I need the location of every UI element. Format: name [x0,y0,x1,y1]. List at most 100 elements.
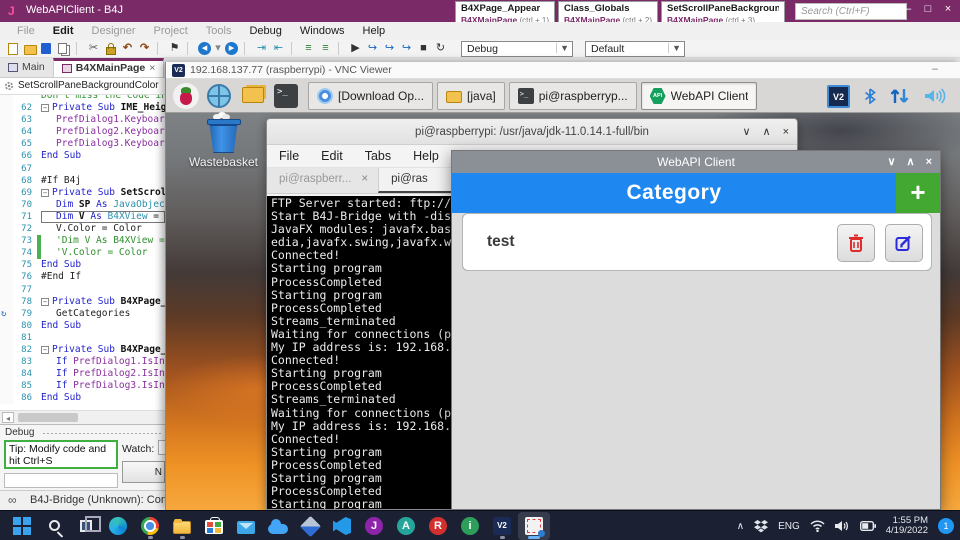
wastebasket-desktop-icon[interactable]: Wastebasket [176,114,271,169]
toolbar-icon[interactable] [187,42,194,55]
category-card[interactable]: test [462,213,932,271]
network-arrows-icon[interactable] [890,88,910,104]
pi-window-button[interactable]: API WebAPI Client [640,82,758,110]
menu-item[interactable]: Edit [44,25,83,37]
pi-window-button[interactable]: [java] [437,82,505,110]
volume-icon[interactable] [924,88,946,104]
tab-b4xmainpage[interactable]: B4XMainPage × [52,58,165,77]
code-line[interactable]: 76 #End If [0,271,165,284]
notification-badge[interactable]: 1 [938,518,954,534]
code-line[interactable]: 79 GetCategories [0,307,165,320]
code-line[interactable]: Don't miss the code in t [0,95,165,103]
terminal-tab-1[interactable]: pi@raspberr... × [267,168,378,193]
pi-menu-icon[interactable] [173,83,199,109]
taskbar-app-icon[interactable] [38,512,70,540]
taskbar-app-icon[interactable]: R [422,512,454,540]
terminal-titlebar[interactable]: pi@raspberrypi: /usr/java/jdk-11.0.14.1-… [267,119,797,145]
toolbar-icon[interactable]: ↻ [432,41,449,56]
menu-item[interactable]: File [8,25,44,37]
close-button[interactable]: × [940,3,956,15]
taskbar-app-icon[interactable] [326,512,358,540]
toolbar-icon[interactable]: ↪ [364,41,381,56]
terminal-menu-item[interactable]: Tabs [365,149,391,163]
code-line[interactable]: 63 PrefDialog1.KeyboardH [0,114,165,127]
speaker-icon[interactable] [834,520,850,532]
tray-chevron-icon[interactable]: ∧ [737,521,744,532]
toolbar-icon[interactable]: ✂ [85,41,102,56]
toolbar-icon[interactable] [291,42,298,55]
add-category-button[interactable]: + [896,173,940,213]
maximize-button[interactable]: □ [920,3,936,15]
edit-category-button[interactable] [885,224,923,262]
toolbar-icon[interactable]: ⇤ [270,41,287,56]
debug-value-field[interactable] [4,473,118,488]
menu-item[interactable]: Tools [197,25,241,37]
taskbar-app-icon[interactable] [70,512,102,540]
code-line[interactable]: 66 End Sub [0,150,165,163]
browser-icon[interactable] [207,84,231,108]
taskbar-app-icon[interactable] [230,512,262,540]
taskbar-app-icon[interactable] [102,512,134,540]
toolbar-icon[interactable]: ▶ [347,41,364,56]
editor-hscrollbar[interactable]: ◂ [0,410,165,424]
menu-item[interactable]: Project [145,25,197,37]
code-editor[interactable]: Don't miss the code in t 62 − Private Sub… [0,95,165,410]
taskbar-app-icon[interactable] [134,512,166,540]
toolbar-icon[interactable] [102,41,119,56]
menu-item[interactable]: Help [354,25,395,37]
vnc-titlebar[interactable]: V2 192.168.137.77 (raspberrypi) - VNC Vi… [166,62,960,79]
file-manager-icon[interactable] [242,87,264,103]
wifi-icon[interactable] [810,520,825,532]
menu-item[interactable]: Debug [240,25,290,37]
toolbar-icon[interactable]: ≡ [300,41,317,56]
taskbar-app-icon[interactable] [6,512,38,540]
code-line[interactable]: 62 −Private Sub IME_HeightC [0,102,165,115]
toolbar-icon[interactable]: ■ [415,41,432,56]
toolbar-icon[interactable]: ↷ [136,41,153,56]
build-config-dropdown[interactable]: Default ▼ [585,40,685,57]
terminal-menu-item[interactable]: Edit [321,149,343,163]
code-line[interactable]: 81 [0,331,165,344]
tab-main[interactable]: Main [0,58,53,77]
taskbar-app-icon[interactable] [198,512,230,540]
toolbar-icon[interactable]: ▸ [223,41,240,56]
menu-item[interactable]: Windows [291,25,354,37]
scroll-left-icon[interactable]: ◂ [2,412,14,423]
toolbar-icon[interactable] [55,41,72,56]
scrollbar-thumb[interactable] [18,413,78,422]
code-line[interactable]: 80 End Sub [0,319,165,332]
taskbar-app-icon[interactable] [166,512,198,540]
taskbar-app-icon[interactable] [294,512,326,540]
code-line[interactable]: 68 #If B4j [0,174,165,187]
taskbar-app-icon[interactable] [262,512,294,540]
vnc-minimize-button[interactable]: – [932,63,938,75]
taskbar-app-icon[interactable]: V2 [486,512,518,540]
pi-window-button[interactable]: [Download Op... [308,82,434,110]
vnc-tray-icon[interactable]: V2 [827,84,850,108]
battery-icon[interactable] [859,521,876,531]
code-line[interactable]: 78 −Private Sub B4XPage_Ap [0,295,165,308]
code-line[interactable]: 70 Dim SP As JavaObject [0,198,165,211]
clock[interactable]: 1:55 PM 4/19/2022 [886,515,928,537]
toolbar-icon[interactable]: ↪ [381,41,398,56]
code-line[interactable]: 65 PrefDialog3.KeyboardH [0,138,165,151]
close-tab-icon[interactable]: × [361,173,368,193]
code-line[interactable]: 85 If PrefDialog3.IsInitializ [0,380,165,393]
close-tab-icon[interactable]: × [149,62,155,74]
toolbar-icon[interactable] [76,42,83,55]
toolbar-icon[interactable]: ↶ [119,41,136,56]
taskbar-app-icon[interactable]: A [390,512,422,540]
toolbar-icon[interactable] [38,41,55,56]
webapi-close-button[interactable]: × [926,151,932,173]
toolbar-icon[interactable] [157,42,164,55]
member-breadcrumb[interactable]: SetScrollPaneBackgroundColor [0,78,165,95]
pi-window-button[interactable]: >_ pi@raspberryp... [508,82,637,110]
taskbar-app-icon[interactable]: J [358,512,390,540]
toolbar-icon[interactable] [244,42,251,55]
code-line[interactable]: 82 −Private Sub B4XPage_Re [0,343,165,357]
dropbox-icon[interactable] [754,519,769,533]
toolbar-icon[interactable]: ◂ [196,41,213,56]
code-line[interactable]: 72 V.Color = Color [0,223,165,236]
watch-button-partial[interactable]: N [122,461,165,483]
toolbar-icon[interactable]: ⚑ [166,41,183,56]
